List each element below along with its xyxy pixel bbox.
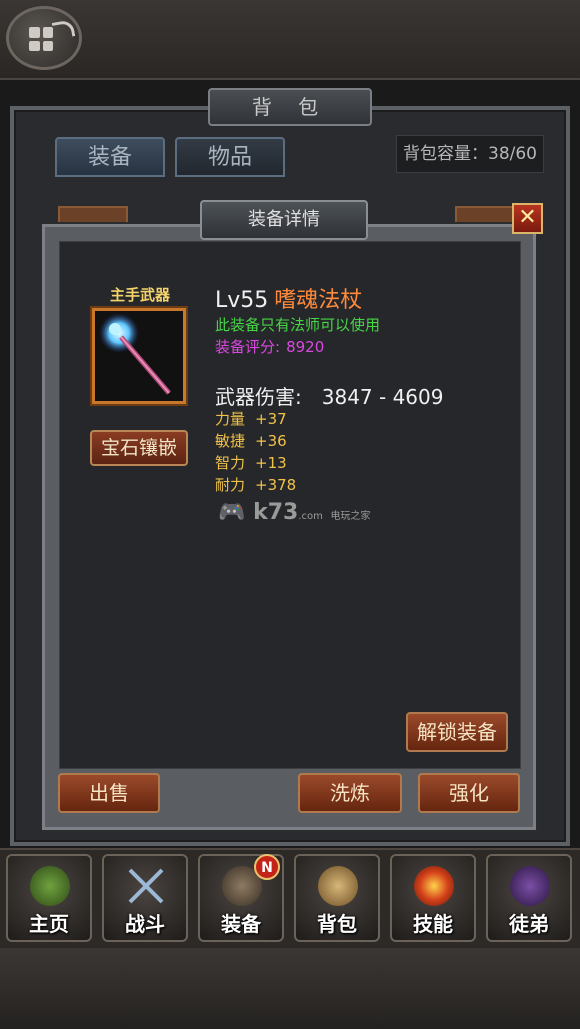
stat-row: 力量 +37 <box>215 408 296 430</box>
stat-label: 力量 <box>215 410 246 428</box>
gamepad-icon: 🎮 <box>218 500 246 525</box>
inventory-slot[interactable] <box>58 206 128 226</box>
bag-icon <box>318 866 358 906</box>
watermark-sub: 电玩之家 <box>330 511 371 522</box>
refine-button[interactable]: 洗炼 <box>298 773 402 813</box>
score-label: 装备评分: <box>215 338 281 356</box>
stat-label: 敏捷 <box>215 432 246 450</box>
stat-row: 智力 +13 <box>215 452 296 474</box>
stat-row: 耐力 +378 <box>215 474 296 496</box>
weapon-damage: 武器伤害: 3847 - 4609 <box>215 381 443 410</box>
nav-skills[interactable]: 技能 <box>390 854 476 942</box>
class-restriction: 此装备只有法师可以使用 <box>215 316 381 334</box>
gem-inlay-button[interactable]: 宝石镶嵌 <box>90 430 188 466</box>
item-title: 嗜魂法杖 <box>274 288 363 313</box>
nav-label: 主页 <box>29 912 69 936</box>
enhance-button[interactable]: 强化 <box>418 773 520 813</box>
stat-label: 智力 <box>215 454 246 472</box>
item-name: Lv55 嗜魂法杖 <box>215 282 362 314</box>
score-value: 8920 <box>286 338 325 356</box>
damage-label: 武器伤害: <box>215 385 302 409</box>
nav-label: 技能 <box>413 912 453 936</box>
grid-icon <box>29 27 53 51</box>
slot-type-label: 主手武器 <box>109 286 170 304</box>
crossed-swords-icon <box>126 866 166 906</box>
nav-apprentice[interactable]: 徒弟 <box>486 854 572 942</box>
watermark-main: k73 <box>253 500 299 525</box>
stat-label: 耐力 <box>215 476 246 494</box>
close-button[interactable]: ✕ <box>512 203 543 234</box>
dialog-title: 装备详情 <box>200 200 368 240</box>
stat-value: +37 <box>255 410 287 428</box>
nav-label: 徒弟 <box>509 912 549 936</box>
sell-button[interactable]: 出售 <box>58 773 160 813</box>
bag-capacity: 背包容量：38/60 <box>396 135 544 173</box>
new-badge: N <box>254 854 280 880</box>
stat-list: 力量 +37 敏捷 +36 智力 +13 耐力 +378 <box>215 408 296 496</box>
equipment-score: 装备评分: 8920 <box>215 336 324 357</box>
unlock-equipment-button[interactable]: 解锁装备 <box>406 712 508 752</box>
watermark-domain: .com <box>298 511 323 522</box>
damage-value: 3847 - 4609 <box>321 385 444 409</box>
nav-label: 战斗 <box>125 912 165 936</box>
nav-label: 背包 <box>317 912 357 936</box>
top-bar <box>0 0 580 80</box>
watermark: 🎮 k73.com 电玩之家 <box>218 500 371 525</box>
nav-bag[interactable]: 背包 <box>294 854 380 942</box>
weapon-item-icon <box>92 308 186 404</box>
stat-value: +13 <box>255 454 287 472</box>
stat-row: 敏捷 +36 <box>215 430 296 452</box>
wing-icon <box>51 19 76 40</box>
stat-value: +378 <box>255 476 297 494</box>
staff-icon <box>99 313 171 395</box>
nav-home[interactable]: 主页 <box>6 854 92 942</box>
footer-bar <box>0 948 580 1029</box>
nav-battle[interactable]: 战斗 <box>102 854 188 942</box>
hooded-figure-icon <box>510 866 550 906</box>
menu-button[interactable] <box>6 6 82 70</box>
item-level: Lv55 <box>215 288 269 313</box>
bag-title: 背 包 <box>208 88 372 126</box>
nav-label: 装备 <box>221 912 261 936</box>
fireball-icon <box>414 866 454 906</box>
tab-items[interactable]: 物品 <box>175 137 285 177</box>
stat-value: +36 <box>255 432 287 450</box>
goblin-icon <box>30 866 70 906</box>
tab-equipment[interactable]: 装备 <box>55 137 165 177</box>
